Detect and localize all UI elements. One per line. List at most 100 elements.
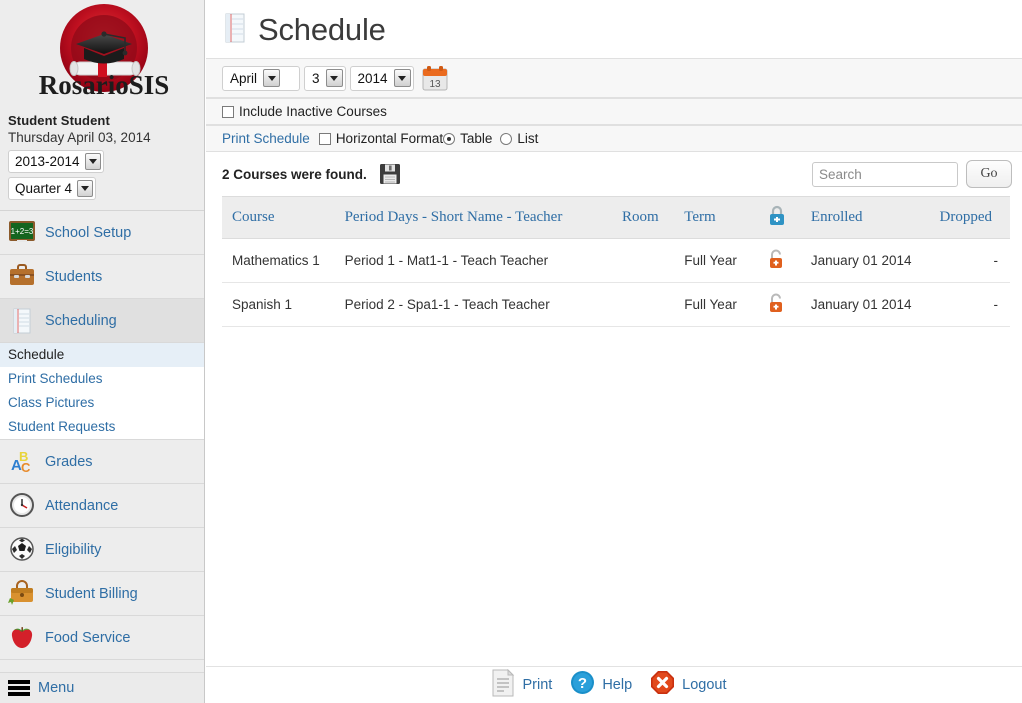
calendar-icon[interactable]: 13	[422, 65, 448, 91]
table-label: Table	[460, 131, 493, 146]
main-content: Schedule April 3 2014 13 Include Inactiv…	[206, 0, 1022, 666]
go-button[interactable]: Go	[966, 160, 1012, 188]
clock-icon	[8, 492, 36, 520]
sidebar-label: Attendance	[45, 497, 119, 514]
help-button[interactable]: ? Help	[570, 670, 632, 700]
help-label: Help	[602, 677, 633, 693]
logout-button[interactable]: Logout	[650, 670, 727, 700]
table-row[interactable]: Spanish 1 Period 2 - Spa1-1 - Teach Teac…	[222, 282, 1010, 327]
cell-course: Mathematics 1	[222, 238, 335, 283]
cell-lock[interactable]	[756, 282, 801, 327]
menu-toggle-button[interactable]: Menu	[0, 672, 204, 703]
sidebar-item-eligibility[interactable]: Eligibility	[0, 528, 204, 572]
sidebar-nav: 1+2=3 School Setup Students Scheduling S…	[0, 210, 204, 660]
day-select[interactable]: 3	[304, 65, 346, 91]
cell-lock[interactable]	[756, 238, 801, 283]
svg-text:1+2=3: 1+2=3	[11, 227, 34, 236]
header-course[interactable]: Course	[222, 196, 335, 239]
month-value: April	[230, 70, 258, 86]
cell-term: Full Year	[674, 282, 757, 327]
horizontal-format-label: Horizontal Format	[335, 131, 444, 146]
lock-open-icon	[767, 249, 785, 273]
header-enrolled[interactable]: Enrolled	[800, 196, 930, 239]
year-select[interactable]: 2014	[349, 65, 414, 91]
calendar-day-number: 13	[429, 79, 441, 90]
cell-term: Full Year	[674, 238, 757, 283]
sidebar-label: Eligibility	[45, 541, 102, 558]
schedule-table: Course Period Days - Short Name - Teache…	[222, 196, 1010, 327]
year-value: 2014	[357, 70, 388, 86]
soccer-ball-icon	[8, 536, 36, 564]
header-dropped[interactable]: Dropped	[929, 196, 1010, 239]
close-x-icon	[650, 670, 675, 700]
sidebar-label: Scheduling	[45, 312, 117, 329]
sidebar-label: Grades	[45, 453, 93, 470]
chevron-down-icon	[263, 69, 281, 87]
chevron-down-icon	[325, 69, 343, 87]
sidebar-label: Food Service	[45, 629, 131, 646]
sidebar-item-student-requests[interactable]: Student Requests	[0, 415, 204, 439]
include-inactive-label: Include Inactive Courses	[239, 104, 387, 119]
sidebar-item-schedule[interactable]: Schedule	[0, 343, 204, 367]
svg-text:?: ?	[578, 675, 587, 692]
sidebar: RosarioSIS Student Student Thursday Apri…	[0, 0, 205, 703]
month-select[interactable]: April	[222, 65, 300, 91]
search-area: Go	[812, 160, 1012, 188]
date-picker-bar: April 3 2014 13	[206, 58, 1022, 98]
app-root: RosarioSIS Student Student Thursday Apri…	[0, 0, 1022, 703]
print-schedule-link[interactable]: Print Schedule	[222, 131, 310, 146]
sidebar-item-grades[interactable]: A B C Grades	[0, 440, 204, 484]
notebook-icon	[222, 13, 248, 48]
print-label: Print	[522, 677, 553, 693]
sidebar-item-print-schedules[interactable]: Print Schedules	[0, 367, 204, 391]
svg-text:RosarioSIS: RosarioSIS	[39, 70, 170, 100]
table-body: Mathematics 1 Period 1 - Mat1-1 - Teach …	[222, 238, 1010, 327]
app-logo[interactable]: RosarioSIS	[0, 0, 204, 110]
cell-course: Spanish 1	[222, 282, 335, 327]
header-room[interactable]: Room	[611, 196, 675, 239]
results-count: 2 Courses were found.	[222, 166, 367, 182]
header-period[interactable]: Period Days - Short Name - Teacher	[334, 196, 612, 239]
header-term[interactable]: Term	[674, 196, 757, 239]
marking-period-value: Quarter 4	[15, 181, 73, 196]
header-lock[interactable]	[756, 196, 801, 239]
save-icon[interactable]	[379, 163, 401, 185]
cell-room	[611, 238, 675, 283]
sidebar-item-food-service[interactable]: Food Service	[0, 616, 204, 660]
print-page-icon	[491, 668, 515, 702]
briefcase-icon	[8, 263, 36, 291]
include-inactive-checkbox[interactable]	[222, 105, 234, 118]
search-input[interactable]	[812, 161, 958, 187]
cell-dropped: -	[929, 282, 1010, 327]
horizontal-format-checkbox[interactable]	[318, 132, 331, 145]
sidebar-item-student-billing[interactable]: Student Billing	[0, 572, 204, 616]
cell-enrolled: January 01 2014	[800, 238, 930, 283]
sidebar-item-class-pictures[interactable]: Class Pictures	[0, 391, 204, 415]
sidebar-label: Students	[45, 268, 103, 285]
cell-room	[611, 282, 675, 327]
school-year-value: 2013-2014	[15, 154, 80, 169]
list-radio[interactable]	[500, 132, 513, 145]
table-radio[interactable]	[443, 132, 456, 145]
satchel-icon	[8, 579, 36, 608]
list-label: List	[517, 131, 539, 146]
notebook-icon	[8, 307, 36, 335]
print-button[interactable]: Print	[491, 668, 553, 702]
abc-blocks-icon: A B C	[8, 448, 36, 476]
apple-icon	[8, 624, 36, 652]
question-mark-icon: ?	[570, 670, 595, 700]
include-inactive-bar: Include Inactive Courses	[206, 98, 1022, 125]
chevron-down-icon	[84, 153, 101, 170]
period-selectors: 2013-2014 Quarter 4	[0, 149, 204, 204]
results-bar: 2 Courses were found. Go	[206, 152, 1022, 196]
marking-period-select[interactable]: Quarter 4	[8, 177, 97, 200]
table-row[interactable]: Mathematics 1 Period 1 - Mat1-1 - Teach …	[222, 238, 1010, 283]
sidebar-item-students[interactable]: Students	[0, 255, 204, 299]
sidebar-item-scheduling[interactable]: Scheduling	[0, 299, 204, 343]
sidebar-item-school-setup[interactable]: 1+2=3 School Setup	[0, 211, 204, 255]
sidebar-label: School Setup	[45, 224, 132, 241]
school-year-select[interactable]: 2013-2014	[8, 150, 104, 173]
chevron-down-icon	[393, 69, 411, 87]
current-date: Thursday April 03, 2014	[8, 130, 151, 145]
sidebar-item-attendance[interactable]: Attendance	[0, 484, 204, 528]
